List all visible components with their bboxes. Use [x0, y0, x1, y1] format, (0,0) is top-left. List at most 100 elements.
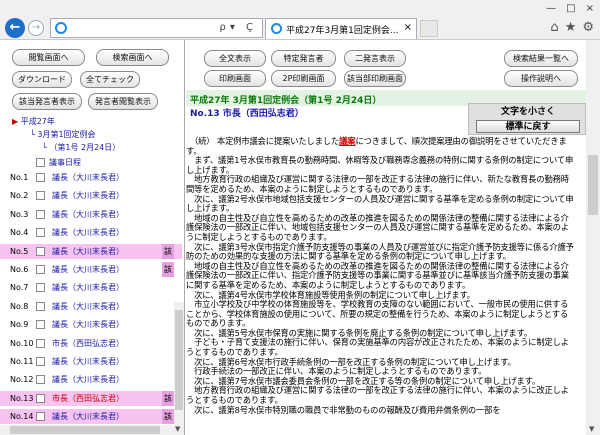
row-speaker-link[interactable]: 議長（大川末長君） — [52, 372, 124, 387]
settings-icon[interactable]: ⚙ — [582, 20, 594, 35]
row-speaker-link[interactable]: 市長（西田弘志君） — [52, 391, 124, 406]
print-2p-button[interactable]: 2P印刷画面 — [271, 70, 336, 87]
maximize-icon[interactable]: □ — [566, 3, 575, 14]
speaker-row[interactable]: No.14 議長（大川末長君） 該 — [0, 409, 182, 425]
speaker-row[interactable]: No.11 議長（大川末長君） — [0, 354, 182, 369]
text-reset-button[interactable]: 標準に戻す — [476, 120, 580, 133]
row-speaker-link[interactable]: 議長（大川末長君） — [52, 317, 124, 332]
speech-paragraph: 次に、議第8号水俣市特別職の職員で非常勤のものの報酬及び費用弁償条例の一部を — [186, 404, 501, 415]
close-tab-icon[interactable]: × — [404, 22, 412, 33]
row-number: No.12 — [10, 375, 34, 385]
show-all-button[interactable]: 全文表示 — [204, 50, 266, 67]
speaker-row[interactable]: No.1 議長（大川末長君） — [0, 170, 182, 185]
speaker-row[interactable]: No.6 議長（大川末長君） 該 — [0, 262, 182, 277]
row-checkbox[interactable] — [36, 301, 45, 311]
speaker-row[interactable]: No.4 議長（大川末長君） — [0, 225, 182, 240]
download-button[interactable]: ダウンロード — [12, 71, 72, 88]
speech-paragraph: 子ども・子育て支援法の施行に伴い、保育の実施基準の内容が改正されたため、本案のよ… — [186, 337, 569, 358]
speaker-row[interactable]: No.12 議長（大川末長君） — [0, 372, 182, 387]
speech-paragraph: 市立小学校及び中学校の体育施設等を、学校教育の支障のない範囲において、一般市民の… — [186, 299, 569, 329]
row-speaker-link[interactable]: 議長（大川末長君） — [52, 409, 124, 424]
speaker-row[interactable]: No.10 市長（西田弘志君） — [0, 336, 182, 351]
row-speaker-link[interactable]: 市長（西田弘志君） — [52, 336, 124, 351]
favorites-icon[interactable]: ★ — [565, 20, 577, 35]
browser-tab[interactable]: 平成27年3月第1回定例会... × — [265, 18, 417, 39]
search-refresh-icon[interactable]: ρ▾ Ç — [219, 22, 257, 33]
search-results-button[interactable]: 検索結果一覧へ — [504, 50, 578, 67]
speaker-row[interactable]: No.8 議長（大川末長君） — [0, 299, 182, 314]
row-checkbox[interactable] — [36, 246, 45, 256]
row-checkbox[interactable] — [36, 357, 45, 366]
row-number: No.3 — [10, 209, 29, 219]
row-speaker-link[interactable]: 議長（大川末長君） — [52, 207, 124, 222]
row-number: No.10 — [10, 338, 34, 348]
address-bar[interactable]: ρ▾ Ç — [50, 18, 263, 38]
row-speaker-link[interactable]: 議長（大川末長君） — [52, 170, 124, 185]
row-number: No.2 — [10, 191, 29, 201]
row-speaker-link[interactable]: 議長（大川末長君） — [52, 262, 124, 277]
speech-paragraph: 次に、議第3号水俣市指定介護予防支援等の事業の人員及び運営並びに指定介護予防支援… — [186, 241, 574, 262]
browser-chrome: — □ × ← → ρ▾ Ç 平成27年3月第1回定例会... × ⌂ ★ ⚙ — [0, 0, 600, 40]
check-all-button[interactable]: 全てチェック — [80, 71, 140, 88]
home-icon[interactable]: ⌂ — [550, 20, 558, 35]
row-speaker-link[interactable]: 議長（大川末長君） — [52, 280, 124, 295]
row-speaker-link[interactable]: 議長（大川末長君） — [52, 225, 124, 240]
speaker-row[interactable]: No.5 議長（大川末長君） 該 — [0, 243, 182, 259]
show-speaker-button[interactable]: 該当発言者表示 — [12, 93, 82, 110]
row-checkbox[interactable] — [36, 375, 45, 385]
close-window-icon[interactable]: × — [586, 3, 594, 14]
help-button[interactable]: 操作説明へ — [504, 70, 578, 87]
back-arrow-icon[interactable]: ← — [5, 18, 25, 38]
speaker-row[interactable]: No.7 議長（大川末長君） — [0, 280, 182, 295]
row-speaker-link[interactable]: 議長（大川末長君） — [52, 188, 124, 203]
row-checkbox[interactable] — [36, 191, 45, 201]
speaker-row[interactable]: No.3 議長（大川末長君） — [0, 207, 182, 222]
view-screen-button[interactable]: 閲覧画面へ — [12, 49, 85, 66]
row-number: No.5 — [10, 246, 29, 256]
specific-speaker-button[interactable]: 特定発言者 — [271, 50, 336, 67]
horizontal-scroll-thumb[interactable] — [10, 426, 160, 434]
right-scrollbar[interactable]: ▼ — [586, 40, 600, 435]
tree-year[interactable]: ▶ 平成27年 — [12, 116, 55, 127]
search-screen-button[interactable]: 検索画面へ — [96, 49, 169, 66]
row-checkbox[interactable] — [36, 265, 45, 274]
horizontal-scrollbar[interactable] — [0, 425, 174, 435]
print-screen-button[interactable]: 印刷画面 — [204, 70, 266, 87]
row-checkbox[interactable] — [36, 412, 45, 422]
row-checkbox[interactable] — [36, 209, 45, 219]
speech-paragraph: 次に、議第2号水俣市地域包括支援センターの人員及び運営に関する基準を定める条例の… — [186, 193, 574, 214]
row-checkbox[interactable] — [36, 338, 45, 348]
row-speaker-link[interactable]: 議長（大川末長君） — [52, 244, 124, 259]
minimize-icon[interactable]: — — [546, 3, 556, 14]
tree-day[interactable]: └ （第1号 2月24日） — [42, 142, 120, 153]
speaker-row[interactable]: No.13 市長（西田弘志君） 該 — [0, 390, 182, 406]
row-speaker-link[interactable]: 議長（大川末長君） — [52, 354, 124, 369]
agenda-checkbox[interactable] — [36, 158, 45, 167]
speech-paragraph: まず、議第1号水俣市教育長の勤務時間、休暇等及び職務専念義務の特例に関する条例の… — [186, 155, 574, 175]
forward-arrow-icon[interactable]: → — [28, 20, 44, 36]
dual-display-button[interactable]: 二発言表示 — [344, 50, 406, 67]
tree-session[interactable]: └ 3月第1回定例会 — [30, 129, 96, 140]
row-checkbox[interactable] — [36, 320, 45, 330]
print-relevant-button[interactable]: 該当部印刷画面 — [344, 70, 406, 87]
row-checkbox[interactable] — [36, 228, 45, 238]
right-scroll-thumb[interactable] — [588, 155, 598, 215]
window-controls: — □ × — [546, 3, 594, 14]
left-scrollbar[interactable]: ▼ — [174, 302, 184, 435]
speech-paragraph: 地域の自主性及び自立性を高めるための改革の推進を図るための関係法律の整備に関する… — [186, 212, 569, 242]
speaker-row[interactable]: No.2 議長（大川末長君） — [0, 188, 182, 203]
scroll-down-icon[interactable]: ▼ — [175, 425, 180, 433]
text-smaller-button[interactable]: 文字を小さく — [476, 106, 580, 119]
row-checkbox[interactable] — [36, 283, 45, 293]
tree-agenda[interactable]: 議事日程 — [36, 157, 81, 168]
scroll-down-icon[interactable]: ▼ — [589, 425, 594, 433]
new-tab-button[interactable] — [420, 20, 438, 37]
row-speaker-link[interactable]: 議長（大川末長君） — [52, 299, 124, 314]
speaker-row[interactable]: No.9 議長（大川末長君） — [0, 317, 182, 332]
speech-paragraph: 地方教育行政の組織及び運営に関する法律の一部を改正する法律の施行に伴い、本案のよ… — [186, 385, 569, 406]
row-checkbox[interactable] — [36, 393, 45, 403]
speaker-filter-button[interactable]: 発言者閲覧表示 — [88, 93, 158, 110]
left-scroll-thumb[interactable] — [175, 310, 183, 410]
toolbar-icons: ⌂ ★ ⚙ — [550, 20, 594, 35]
row-checkbox[interactable] — [36, 173, 45, 182]
